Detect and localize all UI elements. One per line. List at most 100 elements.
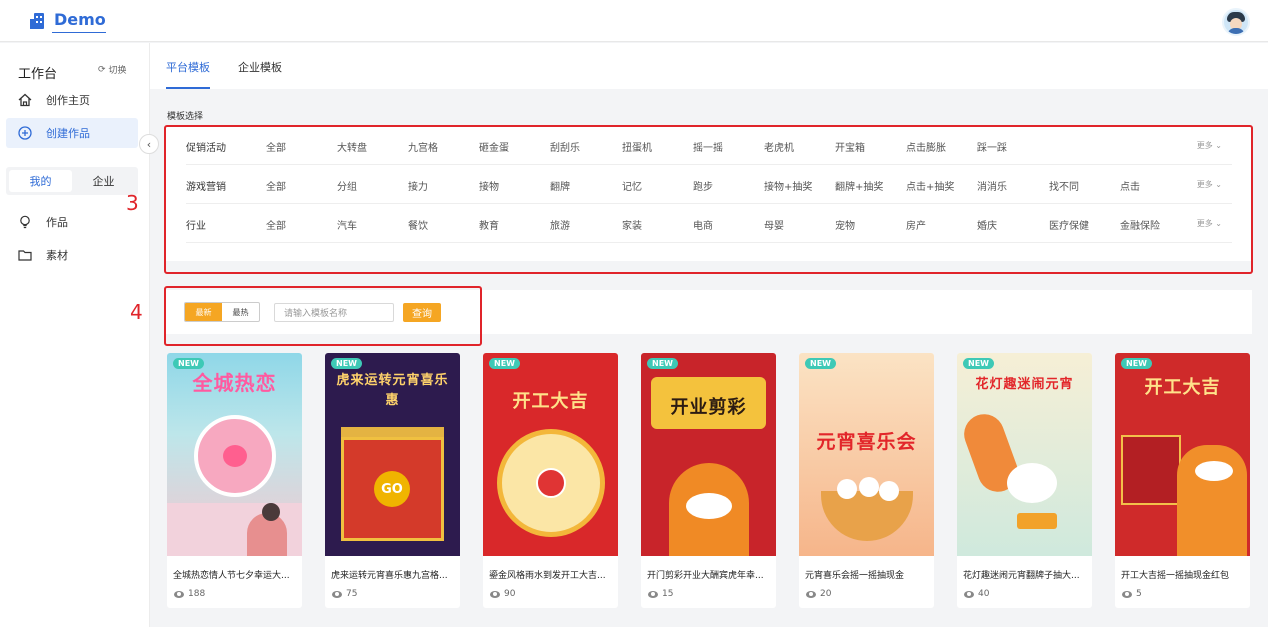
sidebar-item-label: 创建作品 bbox=[46, 127, 90, 140]
filter-option[interactable]: 点击膨胀 bbox=[906, 139, 946, 154]
new-badge: NEW bbox=[647, 358, 678, 369]
card-views: 5 bbox=[1122, 589, 1142, 599]
filter-option[interactable]: 旅游 bbox=[550, 217, 570, 232]
eye-icon bbox=[648, 590, 658, 598]
filter-option[interactable]: 大转盘 bbox=[337, 139, 367, 154]
plus-circle-icon bbox=[18, 126, 32, 140]
sidebar-item-works[interactable]: 作品 bbox=[6, 207, 138, 237]
template-card[interactable]: NEW 开业剪彩 开门剪彩开业大酬宾虎年幸... 15 bbox=[641, 353, 776, 608]
filter-option[interactable]: 宠物 bbox=[835, 217, 855, 232]
filter-option[interactable]: 找不同 bbox=[1049, 178, 1079, 193]
filter-option[interactable]: 家装 bbox=[622, 217, 642, 232]
card-views: 90 bbox=[490, 589, 515, 599]
app-logo[interactable]: Demo bbox=[30, 10, 106, 29]
sort-newest-button[interactable]: 最新 bbox=[185, 303, 222, 321]
filter-option[interactable]: 翻牌 bbox=[550, 178, 570, 193]
workspace-switch-button[interactable]: ⟳ 切换 bbox=[98, 63, 127, 77]
filter-option[interactable]: 餐饮 bbox=[408, 217, 428, 232]
sidebar-item-label: 素材 bbox=[46, 249, 68, 262]
filter-option[interactable]: 翻牌+抽奖 bbox=[835, 178, 883, 193]
home-icon bbox=[18, 93, 32, 107]
filter-option[interactable]: 分组 bbox=[337, 178, 357, 193]
filter-option[interactable]: 点击+抽奖 bbox=[906, 178, 954, 193]
new-badge: NEW bbox=[489, 358, 520, 369]
filter-option[interactable]: 医疗保健 bbox=[1049, 217, 1089, 232]
sidebar-item-home[interactable]: 创作主页 bbox=[6, 85, 138, 115]
user-avatar[interactable] bbox=[1222, 8, 1250, 36]
filter-option[interactable]: 金融保险 bbox=[1120, 217, 1160, 232]
card-title: 全城热恋情人节七夕幸运大... bbox=[173, 571, 290, 581]
tab-enterprise[interactable]: 企业 bbox=[72, 170, 135, 192]
filter-option[interactable]: 消消乐 bbox=[977, 178, 1007, 193]
annotation-label-4: 4 bbox=[130, 300, 143, 324]
refresh-icon: ⟳ bbox=[98, 64, 106, 75]
poster-title: 花灯趣迷闹元宵 bbox=[975, 377, 1074, 392]
card-title: 开门剪彩开业大酬宾虎年幸... bbox=[647, 571, 764, 581]
template-poster: NEW 开业剪彩 bbox=[641, 353, 776, 556]
filter-option[interactable]: 全部 bbox=[266, 178, 286, 193]
template-card[interactable]: NEW 全城热恋 全城热恋情人节七夕幸运大... 188 bbox=[167, 353, 302, 608]
filter-option[interactable]: 九宫格 bbox=[408, 139, 438, 154]
filter-option[interactable]: 刮刮乐 bbox=[550, 139, 580, 154]
template-poster: NEW 开工大吉 bbox=[1115, 353, 1250, 556]
workspace-title: 工作台 bbox=[18, 67, 58, 82]
card-views: 188 bbox=[174, 589, 205, 599]
filter-option[interactable]: 汽车 bbox=[337, 217, 357, 232]
template-poster: NEW 虎来运转元宵喜乐惠 GO bbox=[325, 353, 460, 556]
poster-title: 开工大吉 bbox=[1144, 377, 1221, 398]
template-card[interactable]: NEW 开工大吉 开工大吉摇一摇抽现金红包 5 bbox=[1115, 353, 1250, 608]
template-card[interactable]: NEW 花灯趣迷闹元宵 花灯趣迷闹元宵翻牌子抽大... 40 bbox=[957, 353, 1092, 608]
filter-option[interactable]: 母婴 bbox=[764, 217, 784, 232]
sidebar-item-materials[interactable]: 素材 bbox=[6, 240, 138, 270]
sort-hottest-button[interactable]: 最热 bbox=[222, 303, 259, 321]
new-badge: NEW bbox=[173, 358, 204, 369]
filter-option[interactable]: 全部 bbox=[266, 139, 286, 154]
tab-enterprise-templates[interactable]: 企业模板 bbox=[238, 59, 282, 75]
section-label: 模板选择 bbox=[167, 112, 204, 122]
card-views: 75 bbox=[332, 589, 357, 599]
search-button[interactable]: 查询 bbox=[403, 303, 441, 322]
template-tabs: 平台模板 企业模板 bbox=[150, 43, 1268, 89]
more-button[interactable]: 更多 ⌄ bbox=[1197, 218, 1222, 229]
card-title: 虎来运转元宵喜乐惠九宫格... bbox=[331, 571, 448, 581]
filter-option[interactable]: 接物+抽奖 bbox=[764, 178, 812, 193]
filter-option[interactable]: 开宝箱 bbox=[835, 139, 865, 154]
filter-option[interactable]: 老虎机 bbox=[764, 139, 794, 154]
filter-option[interactable]: 接物 bbox=[479, 178, 499, 193]
template-card[interactable]: NEW 元宵喜乐会 元宵喜乐会摇一摇抽现金 20 bbox=[799, 353, 934, 608]
filter-option[interactable]: 教育 bbox=[479, 217, 499, 232]
switch-label: 切换 bbox=[108, 66, 127, 76]
filter-option[interactable]: 跑步 bbox=[693, 178, 713, 193]
filter-row-industry: 行业 更多 ⌄ 全部 汽车 餐饮 教育 旅游 家装 电商 母婴 宠物 房产 婚庆 医疗保健 金融保险 bbox=[186, 205, 1232, 243]
folder-icon bbox=[18, 250, 32, 261]
tab-mine[interactable]: 我的 bbox=[9, 170, 72, 192]
filter-option[interactable]: 全部 bbox=[266, 217, 286, 232]
sidebar-item-create[interactable]: 创建作品 bbox=[6, 118, 138, 148]
card-views: 20 bbox=[806, 589, 831, 599]
filter-option[interactable]: 踩一踩 bbox=[977, 139, 1007, 154]
filter-option[interactable]: 记忆 bbox=[622, 178, 642, 193]
filter-option[interactable]: 房产 bbox=[906, 217, 926, 232]
template-card[interactable]: NEW 开工大吉 鎏金风格雨水到发开工大吉... 90 bbox=[483, 353, 618, 608]
filter-option[interactable]: 点击 bbox=[1120, 178, 1140, 193]
filter-option[interactable]: 接力 bbox=[408, 178, 428, 193]
collapse-sidebar-button[interactable]: ‹ bbox=[139, 134, 159, 154]
chevron-left-icon: ‹ bbox=[146, 137, 152, 151]
sidebar-item-label: 作品 bbox=[46, 216, 68, 229]
tab-platform-templates[interactable]: 平台模板 bbox=[166, 59, 210, 75]
logo-underline bbox=[52, 32, 106, 33]
filter-option[interactable]: 婚庆 bbox=[977, 217, 997, 232]
more-button[interactable]: 更多 ⌄ bbox=[1197, 140, 1222, 151]
scope-tabs: 我的 企业 bbox=[6, 167, 138, 195]
template-card[interactable]: NEW 虎来运转元宵喜乐惠 GO 虎来运转元宵喜乐惠九宫格... 75 bbox=[325, 353, 460, 608]
template-poster: NEW 全城热恋 bbox=[167, 353, 302, 556]
top-bar: Demo bbox=[0, 0, 1268, 42]
filter-option[interactable]: 扭蛋机 bbox=[622, 139, 652, 154]
template-search-input[interactable]: 请输入模板名称 bbox=[274, 303, 394, 322]
sidebar-item-label: 创作主页 bbox=[46, 94, 90, 107]
filter-option[interactable]: 电商 bbox=[693, 217, 713, 232]
more-button[interactable]: 更多 ⌄ bbox=[1197, 179, 1222, 190]
filter-row-name: 游戏营销 bbox=[186, 182, 226, 193]
filter-option[interactable]: 砸金蛋 bbox=[479, 139, 509, 154]
filter-option[interactable]: 摇一摇 bbox=[693, 139, 723, 154]
